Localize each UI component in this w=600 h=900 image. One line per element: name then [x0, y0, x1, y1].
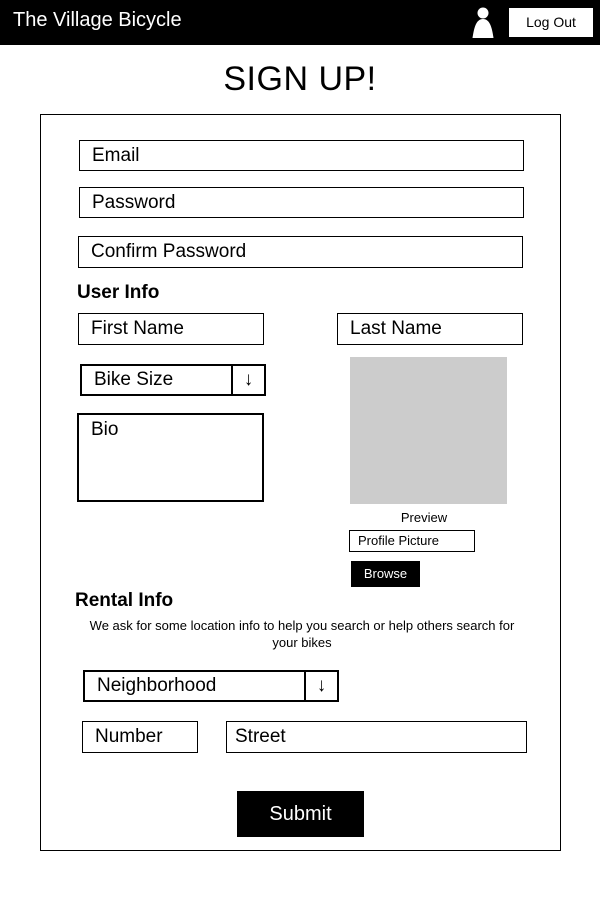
- browse-button[interactable]: Browse: [351, 561, 420, 587]
- neighborhood-label: Neighborhood: [97, 675, 217, 696]
- arrow-down-icon[interactable]: ↓: [304, 672, 337, 700]
- neighborhood-select[interactable]: Neighborhood ↓: [83, 670, 339, 702]
- person-icon[interactable]: [471, 6, 495, 39]
- street-field[interactable]: Street: [226, 721, 527, 753]
- number-field[interactable]: Number: [82, 721, 198, 753]
- number-placeholder: Number: [95, 726, 163, 747]
- bio-textarea[interactable]: Bio: [77, 413, 264, 502]
- email-field[interactable]: Email: [79, 140, 524, 171]
- profile-picture-preview: [350, 357, 507, 504]
- bike-size-label: Bike Size: [94, 369, 174, 390]
- user-info-heading: User Info: [77, 282, 160, 303]
- submit-button[interactable]: Submit: [237, 791, 364, 837]
- profile-picture-field[interactable]: Profile Picture: [349, 530, 475, 552]
- rental-info-note: We ask for some location info to help yo…: [89, 618, 515, 650]
- brand-title[interactable]: The Village Bicycle: [13, 9, 182, 32]
- email-placeholder: Email: [92, 144, 140, 166]
- bike-size-select[interactable]: Bike Size ↓: [80, 364, 266, 396]
- page-title: SIGN UP!: [223, 60, 377, 98]
- confirm-password-field[interactable]: Confirm Password: [78, 236, 523, 268]
- preview-label: Preview: [400, 510, 448, 525]
- arrow-down-icon[interactable]: ↓: [231, 366, 264, 394]
- street-placeholder: Street: [235, 726, 286, 747]
- first-name-placeholder: First Name: [91, 318, 184, 339]
- password-field[interactable]: Password: [79, 187, 524, 218]
- password-placeholder: Password: [92, 191, 176, 213]
- rental-info-heading: Rental Info: [75, 590, 174, 611]
- confirm-password-placeholder: Confirm Password: [91, 241, 247, 262]
- bio-placeholder: Bio: [91, 419, 119, 440]
- logout-button[interactable]: Log Out: [508, 7, 594, 38]
- last-name-placeholder: Last Name: [350, 318, 442, 339]
- first-name-field[interactable]: First Name: [78, 313, 264, 345]
- top-nav-bar: The Village Bicycle Log Out: [0, 0, 600, 45]
- last-name-field[interactable]: Last Name: [337, 313, 523, 345]
